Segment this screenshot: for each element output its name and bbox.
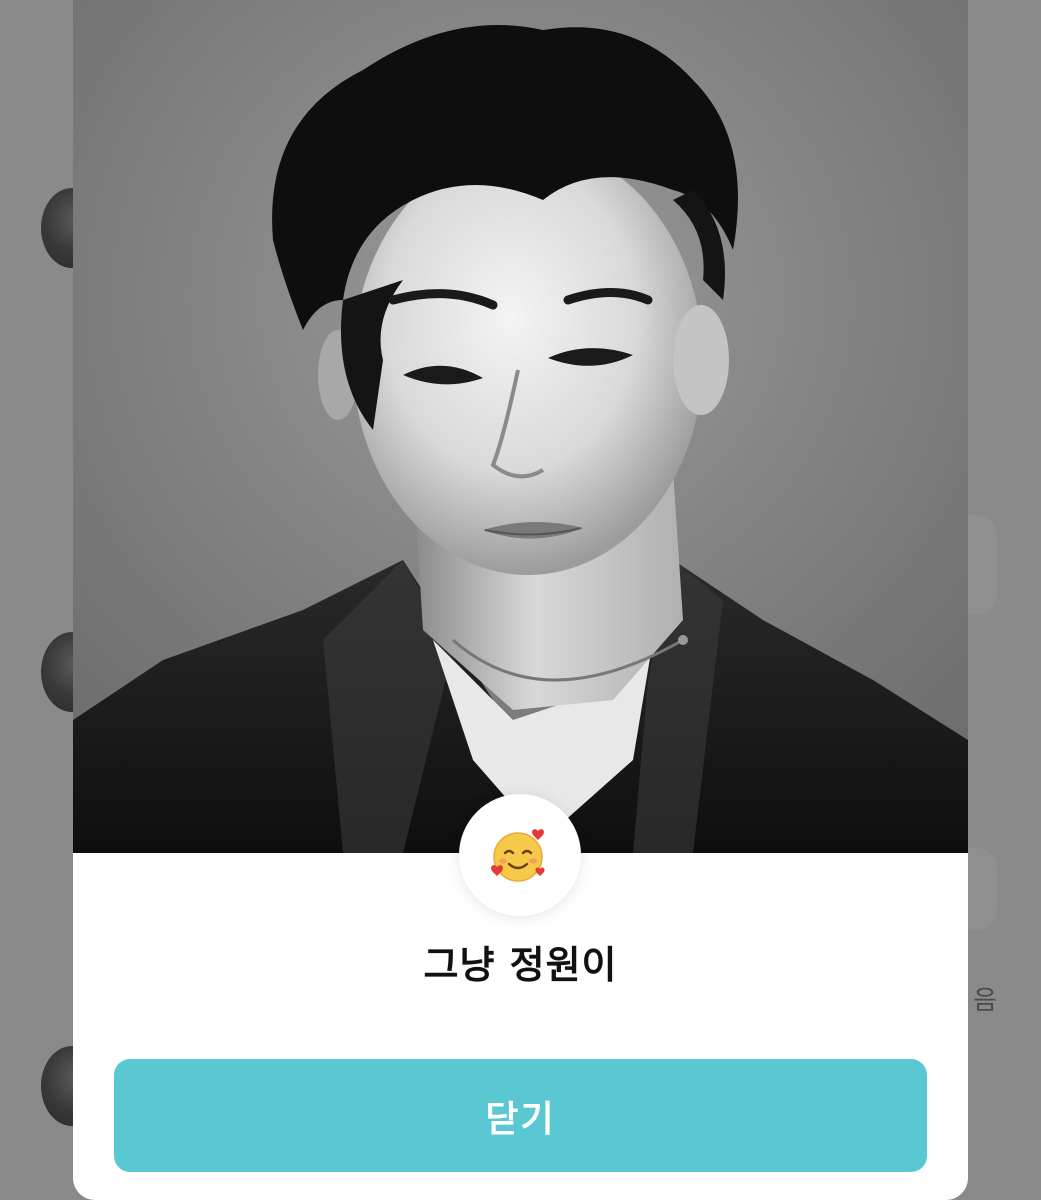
emoji-badge <box>459 794 581 916</box>
close-button[interactable]: 닫기 <box>114 1059 927 1172</box>
profile-name: 그냥 정원이 <box>423 943 618 987</box>
smiling-face-with-hearts-icon <box>488 823 552 887</box>
profile-modal: 그냥 정원이 닫기 <box>73 0 968 1200</box>
screen: 음 그냥 정원이 닫기 <box>0 0 1041 1200</box>
profile-photo <box>73 0 968 853</box>
background-text: 음 <box>973 986 997 1016</box>
